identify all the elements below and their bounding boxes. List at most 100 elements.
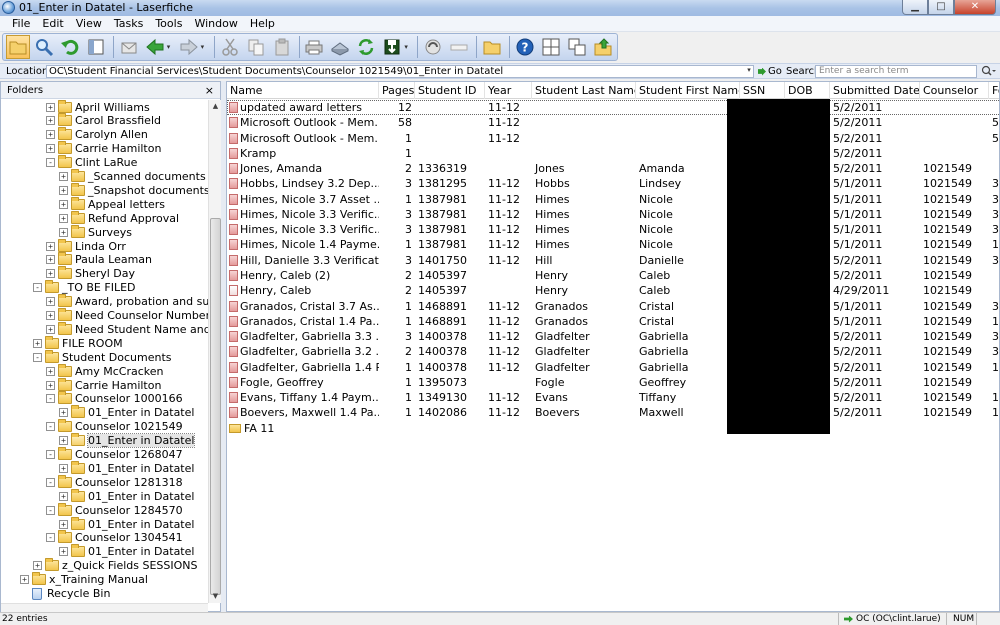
table-row[interactable]: Jones, Amanda 2 1336319 Jones Amanda 5/2/2011… (227, 161, 999, 176)
tree-node[interactable]: - Counselor 1284570 (46, 502, 183, 517)
tree-node[interactable]: - Counselor 1268047 (46, 447, 183, 462)
table-row[interactable]: updated award letters 12 11-12 5/2/2011 (227, 100, 999, 115)
expand-toggle[interactable]: + (59, 436, 68, 446)
tree-node[interactable]: +01_Enter in Datatel (59, 433, 196, 449)
collapse-toggle[interactable]: - (46, 158, 55, 168)
table-row[interactable]: Gladfelter, Gabriella 3.3 ... 3 1400378 11-… (227, 329, 999, 344)
tree-node[interactable]: +01_Enter in Datatel (59, 405, 194, 420)
table-row[interactable]: Henry, Caleb 2 1405397 Henry Caleb 4/29/2011 1… (227, 283, 999, 298)
expand-toggle[interactable]: + (59, 491, 68, 501)
table-row[interactable]: Hill, Danielle 3.3 Verificati... 3 1401750… (227, 253, 999, 268)
table-row[interactable]: Microsoft Outlook - Mem... 1 11-12 5/2/2011… (227, 131, 999, 146)
collapse-toggle[interactable]: - (46, 394, 55, 404)
column-header-student-id[interactable]: Student ID (415, 82, 485, 99)
column-header-submitted-date[interactable]: Submitted Date (830, 82, 920, 99)
column-header-last-name[interactable]: Student Last Name (532, 82, 636, 99)
expand-toggle[interactable]: + (59, 199, 68, 209)
table-row[interactable]: Himes, Nicole 3.3 Verific... 3 1387981 11-1… (227, 207, 999, 222)
expand-toggle[interactable]: + (46, 144, 55, 154)
tree-node[interactable]: + Need Student Name and File (46, 321, 208, 336)
tree-node[interactable]: - Counselor 1000166 (46, 391, 183, 406)
tree-node[interactable]: - Clint LaRue (46, 155, 137, 170)
expand-toggle[interactable]: + (20, 575, 29, 585)
expand-toggle[interactable]: + (46, 130, 55, 140)
tree-node[interactable]: + Amy McCracken (46, 363, 164, 378)
scan-settings-button[interactable] (421, 35, 445, 59)
table-row[interactable]: Himes, Nicole 1.4 Payme... 1 1387981 11-12 H… (227, 237, 999, 252)
cut-button[interactable] (218, 35, 242, 59)
expand-toggle[interactable]: + (59, 227, 68, 237)
expand-toggle[interactable]: + (59, 519, 68, 529)
tree-node[interactable]: + Refund Approval (59, 210, 179, 225)
tree-node[interactable]: + Paula Leaman (46, 252, 152, 267)
tree-node[interactable]: + Carrie Hamilton (46, 141, 161, 156)
refresh-button[interactable] (354, 35, 378, 59)
refresh-back-button[interactable] (58, 35, 82, 59)
column-header-first-name[interactable]: Student First Name (636, 82, 740, 99)
table-row[interactable]: Himes, Nicole 3.7 Asset ... 1 1387981 11-12… (227, 192, 999, 207)
collapse-toggle[interactable]: - (46, 450, 55, 459)
table-row[interactable]: Microsoft Outlook - Mem... 58 11-12 5/2/201… (227, 115, 999, 130)
expand-toggle[interactable]: + (46, 311, 55, 320)
expand-toggle[interactable]: + (46, 324, 55, 334)
paste-button[interactable] (270, 35, 294, 59)
tree-node[interactable]: + x_Training Manual (20, 572, 148, 587)
expand-toggle[interactable]: + (46, 241, 55, 251)
search-input[interactable]: Enter a search term (815, 65, 977, 78)
table-row[interactable]: Himes, Nicole 3.3 Verific... 3 1387981 11-1… (227, 222, 999, 237)
folders-view-button[interactable] (6, 35, 30, 59)
tree-node[interactable]: + Appeal letters (59, 196, 165, 211)
tree-node[interactable]: - Student Documents (33, 349, 172, 364)
tree-node[interactable]: +01_Enter in Datatel (59, 460, 194, 475)
location-dropdown[interactable]: ▾ (744, 66, 754, 77)
tree-node[interactable]: + Carrie Hamilton (46, 377, 161, 392)
tree-node[interactable]: - Counselor 1021549 (46, 419, 183, 434)
blank-tool-button[interactable] (447, 35, 471, 59)
table-row[interactable]: Fogle, Geoffrey 1 1395073 Fogle Geoffrey 5/2/… (227, 375, 999, 390)
column-header-dob[interactable]: DOB (785, 82, 830, 99)
forward-button[interactable] (177, 35, 201, 59)
collapse-toggle[interactable]: - (46, 477, 55, 487)
import-button[interactable] (380, 35, 404, 59)
collapse-toggle[interactable]: - (33, 352, 42, 362)
table-row[interactable]: Boevers, Maxwell 1.4 Pa... 1 1402086 11-12 B… (227, 405, 999, 420)
menu-tools[interactable]: Tools (149, 17, 188, 30)
expand-toggle[interactable]: + (59, 213, 68, 223)
menu-tasks[interactable]: Tasks (108, 17, 149, 30)
table-row[interactable]: FA 11 (227, 421, 999, 436)
expand-toggle[interactable]: + (46, 116, 55, 126)
expand-toggle[interactable]: + (46, 269, 55, 279)
collapse-toggle[interactable]: - (33, 283, 42, 293)
table-row[interactable]: Hobbs, Lindsey 3.2 Dep... 3 1381295 11-12 Ho… (227, 176, 999, 191)
tree-node[interactable]: +01_Enter in Datatel (59, 488, 194, 503)
expand-toggle[interactable]: + (59, 408, 68, 418)
tree-node[interactable]: - Counselor 1304541 (46, 530, 183, 545)
tree-node[interactable]: + _Snapshot documents (59, 182, 208, 197)
expand-toggle[interactable]: + (59, 463, 68, 473)
panel-toggle-button[interactable] (84, 35, 108, 59)
table-row[interactable]: Kramp 1 5/2/2011 (227, 146, 999, 161)
scroll-thumb[interactable] (210, 218, 221, 595)
back-button[interactable] (143, 35, 167, 59)
tree-node[interactable]: + Sheryl Day (46, 266, 135, 281)
tree-node[interactable]: + Surveys (59, 224, 132, 239)
expand-toggle[interactable]: + (46, 102, 55, 112)
column-header-counselor[interactable]: Counselor (920, 82, 989, 99)
location-input[interactable]: OC\Student Financial Services\Student Do… (46, 65, 754, 78)
expand-toggle[interactable]: + (46, 366, 55, 376)
tile-windows-button[interactable] (539, 35, 563, 59)
column-header-fo[interactable]: Fo (989, 82, 999, 99)
new-folder-button[interactable] (480, 35, 504, 59)
copy-button[interactable] (244, 35, 268, 59)
folder-tree-scrollbar[interactable]: ▲ ▼ (208, 100, 221, 603)
tree-node[interactable]: Recycle Bin (20, 587, 110, 601)
import-dropdown[interactable]: ▾ (404, 43, 412, 51)
forward-dropdown[interactable]: ▾ (201, 43, 209, 51)
tree-node[interactable]: + Carol Brassfield (46, 113, 161, 128)
column-header-year[interactable]: Year (485, 82, 532, 99)
tree-node[interactable]: + _Scanned documents (59, 169, 206, 184)
back-dropdown[interactable]: ▾ (167, 43, 175, 51)
minimize-button[interactable]: ▁ (902, 0, 928, 15)
cascade-windows-button[interactable] (565, 35, 589, 59)
table-row[interactable]: Granados, Cristal 1.4 Pa... 1 1468891 11-12… (227, 314, 999, 329)
